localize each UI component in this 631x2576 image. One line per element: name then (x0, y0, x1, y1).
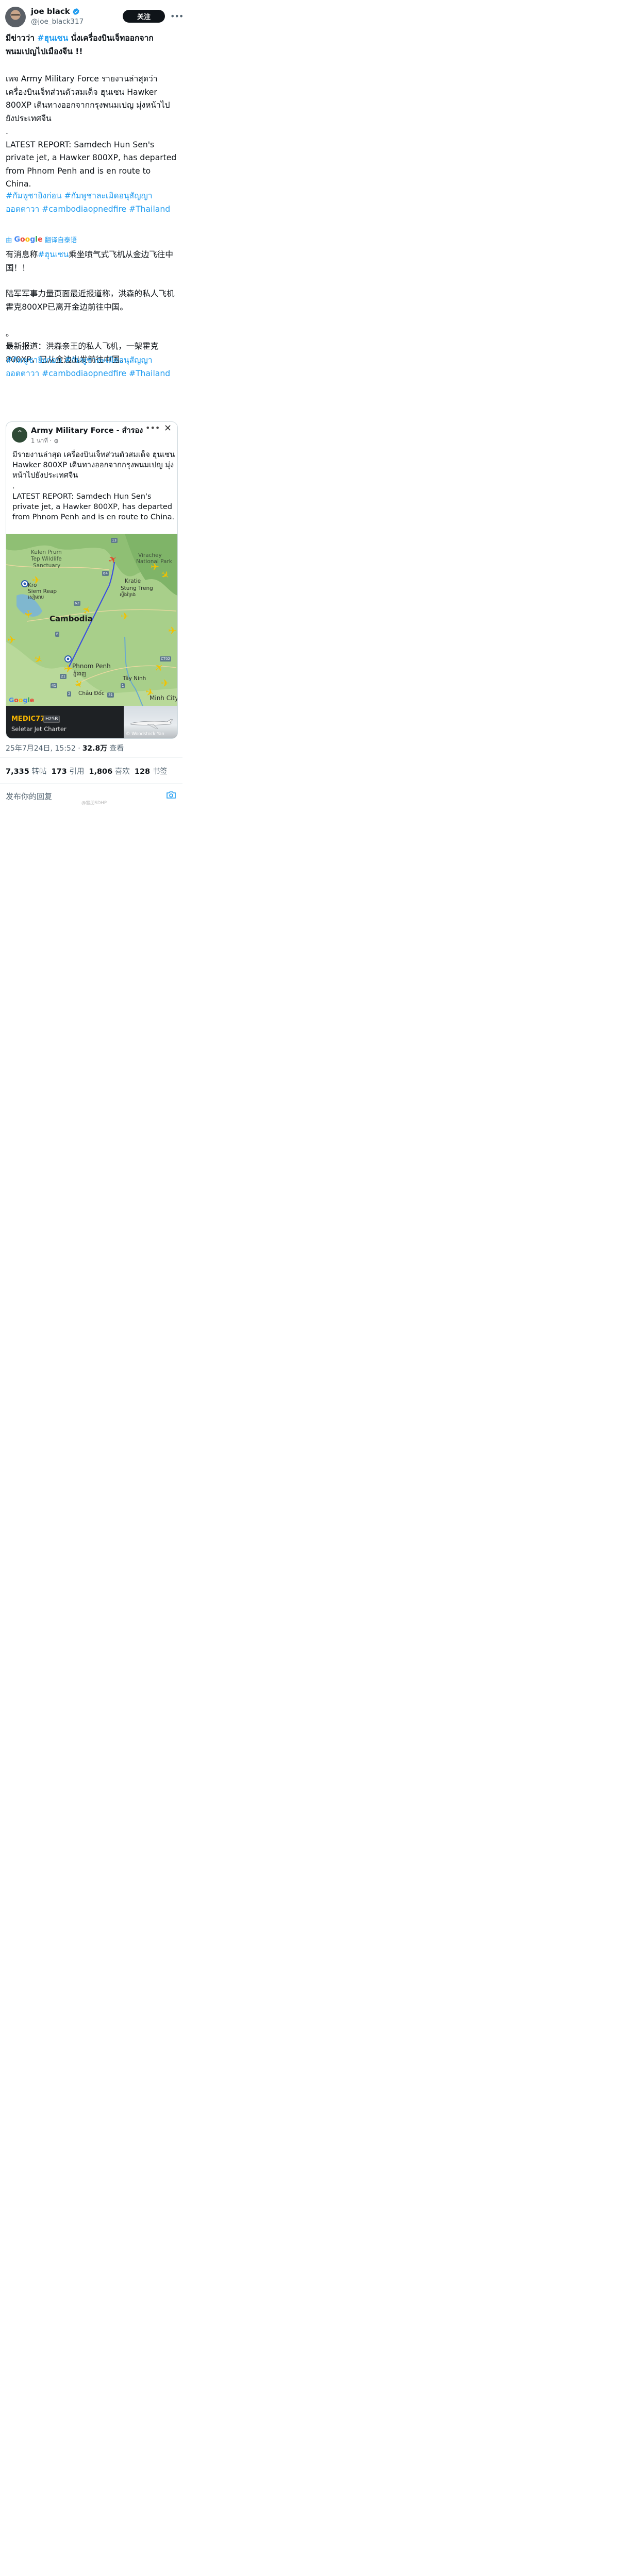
reposts-stat[interactable]: 7,335 转帖 (6, 766, 46, 776)
hashtag-link[interactable]: #ฮุนเซน (38, 250, 69, 259)
aircraft-icon: ✈ (32, 574, 41, 586)
divider (0, 757, 182, 758)
divider (0, 783, 182, 784)
aircraft-icon: ✈ (7, 634, 16, 646)
quotes-stat[interactable]: 173 引用 (51, 766, 84, 776)
view-label: 查看 (109, 744, 124, 753)
road-shield: 2 (67, 691, 72, 697)
author-handle[interactable]: @joe_black317 (31, 18, 84, 26)
post-menu-icon: ••• (145, 423, 160, 433)
flight-info-bar: MEDIC77 H25B Seletar Jet Charter © Woods… (6, 706, 177, 738)
map-label: Sanctuary (33, 563, 61, 569)
map-label: ភ្នំពេញ (73, 671, 87, 677)
flight-operator: Seletar Jet Charter (11, 725, 67, 733)
hashtag-link[interactable]: #ฮุนเซน (37, 33, 68, 43)
tweet-datetime[interactable]: 25年7月24日, 15:52 · (6, 743, 80, 753)
map-label: Tây Ninh (123, 675, 146, 682)
map-label: សៀមរាប (28, 595, 44, 600)
aircraft-icon: ✈ (161, 677, 170, 689)
map-label: Siem Reap (28, 588, 57, 595)
camera-icon[interactable] (166, 791, 176, 799)
road-shield: 31 (107, 692, 114, 698)
translate-label[interactable]: 翻译自泰语 (45, 234, 77, 244)
translation-attribution[interactable]: 由 Google 翻译自泰语 (6, 234, 77, 244)
more-options-icon[interactable]: ••• (170, 11, 184, 21)
location-pin-icon (21, 580, 28, 587)
map-label: Tep Wildlife (31, 556, 62, 562)
aircraft-icon: ✈ (64, 663, 73, 675)
attached-image-card[interactable]: Army Military Force - สำรอง 1 นาที ·⚙ ••… (6, 421, 178, 739)
road-shield: 13 (111, 538, 118, 543)
map-google-logo: Google (9, 696, 35, 704)
road-shield: 6 (55, 632, 60, 637)
aircraft-icon: ✈ (121, 610, 129, 622)
aircraft-type-badge: H25B (43, 716, 60, 723)
road-shield: CT02 (160, 656, 172, 662)
watermark: @雷朋SDHP (81, 801, 107, 806)
view-count: 32.8万 (82, 744, 108, 753)
aircraft-icon: ✈ (151, 561, 159, 573)
map-country-label: Cambodia (49, 614, 93, 623)
engagement-stats: 7,335 转帖 173 引用 1,806 喜欢 128 书签 (6, 766, 168, 776)
map-label: ស្ទឹងត្រែង (120, 592, 136, 598)
verified-badge-icon (73, 8, 79, 15)
google-logo: Google (14, 235, 43, 244)
road-shield: 64 (102, 571, 109, 576)
likes-stat[interactable]: 1,806 喜欢 (89, 766, 129, 776)
post-text: มีรายงานล่าสุด เครื่องบินเจ็ทส่วนตัวสมเด… (12, 450, 175, 522)
author-name[interactable]: joe black (31, 7, 70, 16)
tweet-hashtags[interactable]: #กัมพูชายิงก่อน #กัมพูชาละเมิดอนุสัญญาออ… (6, 190, 178, 216)
aircraft-icon: ✈ (22, 609, 35, 619)
page-logo-icon (12, 427, 27, 443)
flight-map: Kulen Prum Tep Wildlife Sanctuary Kro Si… (6, 534, 177, 706)
follow-button[interactable]: 关注 (123, 10, 165, 23)
map-label: Virachey (138, 552, 162, 558)
reply-input[interactable]: 发布你的回复 (6, 791, 52, 802)
map-label: Stung Treng (121, 585, 153, 591)
bookmarks-stat[interactable]: 128 书签 (135, 766, 168, 776)
photo-credit: © Woodstock Yan (126, 732, 164, 737)
settings-gear-icon: ⚙ (54, 437, 59, 445)
map-label: Kratie (125, 578, 141, 584)
tweet-body-thai: เพจ Army Military Force รายงานล่าสุดว่า … (6, 74, 177, 189)
map-label: Phnom Penh (72, 663, 111, 670)
tweet-headline: มีข่าวว่า #ฮุนเซน นั่งเครื่องบินเจ็ทออกจ… (6, 33, 154, 56)
post-time: 1 นาที · ⚙ (31, 437, 59, 445)
flight-callsign: MEDIC77 (11, 715, 45, 723)
map-label: Châu Đốc (78, 690, 105, 697)
road-shield: 41 (51, 683, 57, 688)
tweet-meta: 25年7月24日, 15:52 · 32.8万 查看 (6, 743, 124, 753)
map-label: Minh City (150, 694, 177, 702)
author-name-row[interactable]: joe black (31, 7, 80, 16)
close-icon: ✕ (164, 423, 172, 434)
translated-hashtags[interactable]: #กัมพูชายิงก่อน #กัมพูชาละเมิดอนุสัญญาออ… (6, 354, 178, 380)
avatar[interactable] (5, 7, 26, 27)
aircraft-icon: ✈ (168, 624, 177, 637)
road-shield: 1 (121, 683, 125, 688)
avatar-glasses (11, 14, 20, 18)
translated-headline: 有消息称#ฮุนเซน乘坐喷气式飞机从金边飞往中国！！ (6, 250, 173, 273)
road-shield: 62 (74, 601, 80, 606)
page-name: Army Military Force - สำรอง (31, 427, 143, 435)
map-label: Kulen Prum (31, 549, 62, 555)
